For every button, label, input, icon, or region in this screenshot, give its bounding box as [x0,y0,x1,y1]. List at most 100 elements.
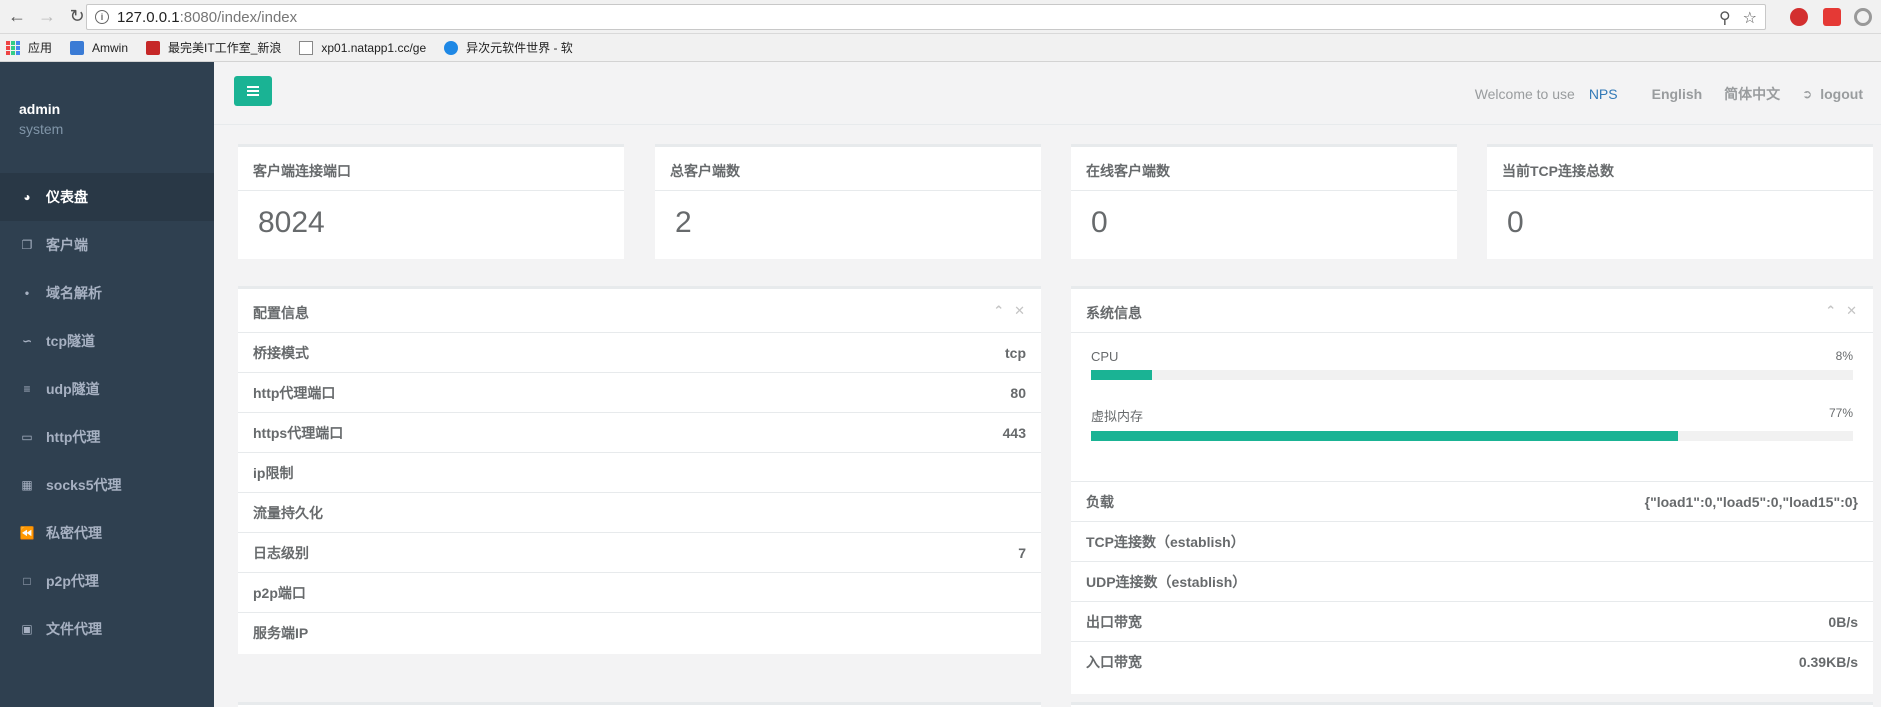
sidebar-item-file[interactable]: ▣ 文件代理 [0,605,214,653]
sidebar-item-dashboard[interactable]: ◕ 仪表盘 [0,173,214,221]
stat-title: 客户端连接端口 [238,147,624,191]
sidebar-item-domain[interactable]: • 域名解析 [0,269,214,317]
info-icon[interactable]: i [95,10,109,24]
sidebar: admin system ◕ 仪表盘 ❐ 客户端 • 域名解析 ∽ tcp隧道 ≡ udp… [0,62,214,707]
clients-icon: ❐ [21,238,33,252]
stat-card-online-clients: 在线客户端数 0 [1071,144,1457,259]
stat-title: 在线客户端数 [1071,147,1457,191]
sign-out-icon: ➲ [1802,87,1813,101]
next-panel-edge [238,702,1041,707]
collapse-icon[interactable]: ⌃ [993,303,1004,319]
system-row: UDP连接数（establish） [1071,562,1873,602]
profile: admin system [0,62,214,145]
system-panel: 系统信息 ⌃ ✕ CPU 8% 虚拟内存 77% 负载 {"load1":0,"load… [1071,286,1873,694]
config-row: ip限制 [238,453,1041,493]
cpu-progress-bar [1091,370,1853,380]
paperclip-icon: • [24,286,30,300]
config-row: 流量持久化 [238,493,1041,533]
memory-progress-bar [1091,431,1853,441]
extension-circle-icon[interactable] [1854,8,1872,26]
bookmark-iplaysoft[interactable]: 异次元软件世界 - 软 [444,39,573,56]
next-panel-edge [1071,702,1873,707]
back-icon[interactable]: ← [4,4,30,30]
forward-icon[interactable]: → [34,4,60,30]
top-navbar: Welcome to use NPS English 简体中文 ➲ logout [214,62,1881,125]
studio-icon [146,40,161,55]
stat-title: 当前TCP连接总数 [1487,147,1873,191]
config-row: p2p端口 [238,573,1041,613]
user-role: system [19,121,64,137]
key-icon[interactable]: ⚲ [1719,8,1731,28]
adblock-icon[interactable] [1790,8,1808,26]
bookmark-star-icon[interactable]: ☆ [1743,8,1757,28]
lang-english-link[interactable]: English [1652,86,1703,102]
system-row: TCP连接数（establish） [1071,522,1873,562]
sidebar-item-secret[interactable]: ⏪ 私密代理 [0,509,214,557]
system-row: 负载 {"load1":0,"load5":0,"load15":0} [1071,482,1873,522]
sidebar-menu: ◕ 仪表盘 ❐ 客户端 • 域名解析 ∽ tcp隧道 ≡ udp隧道 ▭ http代理 ▦ s… [0,173,214,653]
bookmark-it-studio[interactable]: 最完美IT工作室_新浪 [146,39,281,56]
stat-value: 0 [1507,206,1524,239]
browser-toolbar: ← → ↻ i 127.0.0.1:8080/index/index ⚲ ☆ [0,0,1881,34]
line-chart-icon: ∽ [21,334,33,348]
config-row: 日志级别 7 [238,533,1041,573]
p2p-icon: □ [23,574,31,588]
system-row: 出口带宽 0B/s [1071,602,1873,642]
system-row: 入口带宽 0.39KB/s [1086,654,1858,670]
collapse-icon[interactable]: ⌃ [1825,303,1836,319]
url-host: 127.0.0.1 [117,8,180,26]
bookmark-natapp[interactable]: xp01.natapp1.cc/ge [299,40,426,55]
menu-toggle-button[interactable] [234,76,272,106]
main-content: Welcome to use NPS English 简体中文 ➲ logout … [214,62,1881,707]
url-path: :8080/index/index [179,8,298,26]
bookmark-amwin[interactable]: Amwin [70,40,128,55]
address-bar[interactable]: i 127.0.0.1:8080/index/index ⚲ ☆ [86,4,1766,30]
sidebar-item-tcp[interactable]: ∽ tcp隧道 [0,317,214,365]
cpu-progress-fill [1091,370,1152,380]
bookmarks-bar: 应用 Amwin 最完美IT工作室_新浪 xp01.natapp1.cc/ge … [0,34,1881,62]
backward-icon: ⏪ [19,526,35,540]
system-panel-title: 系统信息 ⌃ ✕ [1071,289,1873,333]
stat-card-tcp-connections: 当前TCP连接总数 0 [1487,144,1873,259]
table-icon: ▦ [21,478,33,492]
apps-grid-icon [6,40,20,55]
bookmark-apps[interactable]: 应用 [6,39,52,56]
welcome-text: Welcome to use [1474,86,1575,102]
stat-value: 8024 [258,206,325,239]
laptop-icon: ▣ [21,622,33,636]
config-row: https代理端口 443 [238,413,1041,453]
stat-title: 总客户端数 [655,147,1041,191]
stat-value: 2 [675,206,692,239]
logout-link[interactable]: ➲ logout [1802,86,1863,102]
memory-progress-fill [1091,431,1678,441]
config-row: 服务端IP [253,625,309,641]
config-panel: 配置信息 ⌃ ✕ 桥接模式 tcp http代理端口 80 https代理端口 443 … [238,286,1041,654]
usage-section: CPU 8% 虚拟内存 77% [1071,333,1873,482]
sidebar-item-p2p[interactable]: □ p2p代理 [0,557,214,605]
lang-chinese-link[interactable]: 简体中文 [1724,84,1780,104]
stat-value: 0 [1091,206,1108,239]
stat-card-client-port: 客户端连接端口 8024 [238,144,624,259]
sidebar-item-udp[interactable]: ≡ udp隧道 [0,365,214,413]
server-icon: ≡ [23,382,31,396]
cpu-usage: CPU 8% [1091,349,1853,380]
config-row: http代理端口 80 [238,373,1041,413]
sidebar-item-clients[interactable]: ❐ 客户端 [0,221,214,269]
sidebar-item-http[interactable]: ▭ http代理 [0,413,214,461]
close-icon[interactable]: ✕ [1014,303,1025,319]
sidebar-item-socks5[interactable]: ▦ socks5代理 [0,461,214,509]
brand-link[interactable]: NPS [1589,86,1618,102]
stat-card-total-clients: 总客户端数 2 [655,144,1041,259]
amwin-icon [70,40,85,55]
iplaysoft-icon [444,40,459,55]
extension-icon[interactable] [1823,8,1841,26]
memory-usage: 虚拟内存 77% [1091,406,1853,441]
html5-icon: ▭ [21,430,33,444]
dashboard-icon: ◕ [23,190,31,204]
config-row: 桥接模式 tcp [238,333,1041,373]
close-icon[interactable]: ✕ [1846,303,1857,319]
hamburger-icon [247,86,259,96]
user-name[interactable]: admin [19,101,214,117]
page-icon [299,40,314,55]
config-panel-title: 配置信息 ⌃ ✕ [238,289,1041,333]
